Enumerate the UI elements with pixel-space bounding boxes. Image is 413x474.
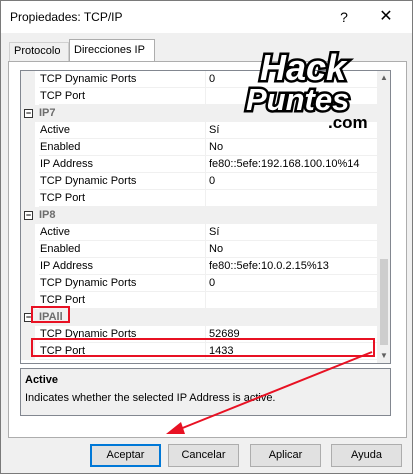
property-value[interactable] bbox=[206, 190, 377, 207]
category-ip8[interactable]: − IP8 bbox=[21, 207, 377, 224]
row-gutter bbox=[21, 258, 35, 275]
property-row-enabled[interactable]: Enabled No bbox=[21, 241, 377, 258]
property-row-tcp-dynamic-ports[interactable]: TCP Dynamic Ports 0 bbox=[21, 173, 377, 190]
cancel-button[interactable]: Cancelar bbox=[168, 444, 239, 467]
apply-button[interactable]: Aplicar bbox=[250, 444, 321, 467]
category-label: IP8 bbox=[39, 209, 56, 221]
property-value[interactable]: 0 bbox=[206, 173, 377, 190]
ipall-highlight-box bbox=[31, 306, 70, 323]
property-name: TCP Dynamic Ports bbox=[39, 71, 206, 88]
property-name: TCP Port bbox=[39, 88, 206, 105]
title-bar: Propiedades: TCP/IP ? ✕ bbox=[1, 1, 412, 33]
property-row-tcp-port[interactable]: TCP Port bbox=[21, 292, 377, 309]
close-icon[interactable]: ✕ bbox=[375, 6, 397, 28]
help-button[interactable]: Ayuda bbox=[331, 444, 402, 467]
property-value[interactable]: fe80::5efe:10.0.2.15%13 bbox=[206, 258, 377, 275]
property-name: TCP Dynamic Ports bbox=[39, 173, 206, 190]
property-row-enabled[interactable]: Enabled No bbox=[21, 139, 377, 156]
scroll-thumb[interactable] bbox=[380, 259, 388, 345]
property-row-ip-address[interactable]: IP Address fe80::5efe:10.0.2.15%13 bbox=[21, 258, 377, 275]
property-row-active[interactable]: Active Sí bbox=[21, 224, 377, 241]
property-value[interactable]: 0 bbox=[206, 275, 377, 292]
row-gutter bbox=[21, 156, 35, 173]
property-name: Active bbox=[39, 224, 206, 241]
property-name: TCP Dynamic Ports bbox=[39, 275, 206, 292]
property-row-tcp-port[interactable]: TCP Port bbox=[21, 190, 377, 207]
description-title: Active bbox=[25, 374, 59, 386]
description-pane: Active Indicates whether the selected IP… bbox=[20, 368, 391, 416]
window-title: Propiedades: TCP/IP bbox=[10, 10, 123, 24]
collapse-icon[interactable]: − bbox=[24, 211, 33, 220]
row-gutter bbox=[21, 224, 35, 241]
row-gutter bbox=[21, 241, 35, 258]
property-value[interactable]: Sí bbox=[206, 224, 377, 241]
hackpuntes-logo: Hack Puntes .com bbox=[244, 45, 368, 133]
property-name: IP Address bbox=[39, 156, 206, 173]
row-gutter bbox=[21, 173, 35, 190]
property-name: Enabled bbox=[39, 139, 206, 156]
property-name: TCP Port bbox=[39, 190, 206, 207]
row-gutter bbox=[21, 190, 35, 207]
tab-protocolo[interactable]: Protocolo bbox=[9, 42, 69, 61]
help-icon[interactable]: ? bbox=[332, 7, 356, 27]
ok-button[interactable]: Aceptar bbox=[90, 444, 161, 467]
row-gutter bbox=[21, 139, 35, 156]
row-gutter bbox=[21, 71, 35, 88]
row-gutter bbox=[21, 88, 35, 105]
category-label: IP7 bbox=[39, 107, 56, 119]
property-row-ip-address[interactable]: IP Address fe80::5efe:192.168.100.10%14 bbox=[21, 156, 377, 173]
tcp-port-highlight-box bbox=[31, 338, 375, 357]
property-row-tcp-dynamic-ports[interactable]: TCP Dynamic Ports 0 bbox=[21, 275, 377, 292]
property-value[interactable] bbox=[206, 292, 377, 309]
row-gutter bbox=[21, 275, 35, 292]
property-value[interactable]: No bbox=[206, 139, 377, 156]
property-value[interactable]: fe80::5efe:192.168.100.10%14 bbox=[206, 156, 377, 173]
row-gutter bbox=[21, 122, 35, 139]
tab-direcciones-ip[interactable]: Direcciones IP bbox=[69, 39, 155, 61]
logo-text-line2: Puntes bbox=[246, 82, 349, 117]
collapse-icon[interactable]: − bbox=[24, 109, 33, 118]
property-name: IP Address bbox=[39, 258, 206, 275]
property-value[interactable]: No bbox=[206, 241, 377, 258]
property-name: Enabled bbox=[39, 241, 206, 258]
scroll-down-icon[interactable]: ▼ bbox=[377, 349, 390, 363]
category-ipall[interactable]: − IPAll bbox=[21, 309, 377, 326]
description-text: Indicates whether the selected IP Addres… bbox=[25, 392, 276, 404]
logo-text-line3: .com bbox=[328, 113, 368, 132]
property-name: Active bbox=[39, 122, 206, 139]
